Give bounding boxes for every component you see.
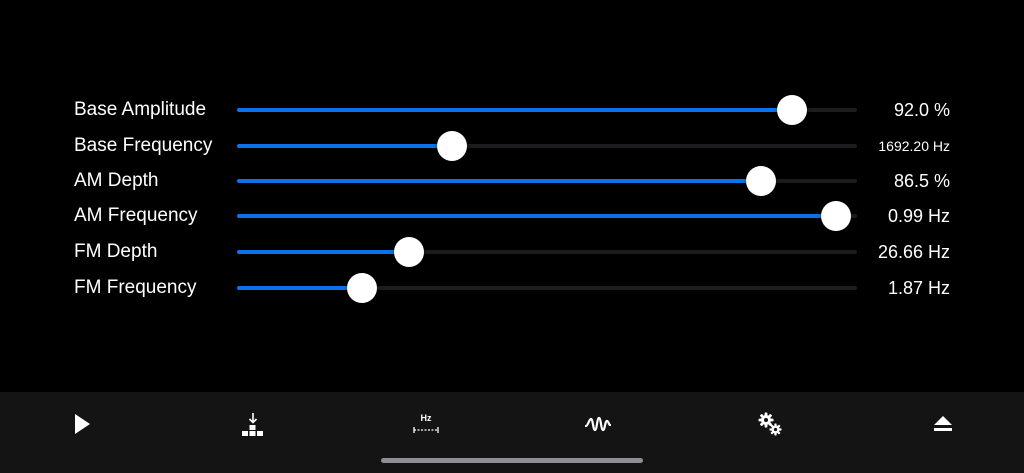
slider-row-fm-frequency: FM Frequency 1.87 Hz: [0, 270, 1024, 306]
slider-row-am-frequency: AM Frequency 0.99 Hz: [0, 198, 1024, 234]
gears-icon: [758, 412, 782, 436]
base-amplitude-slider[interactable]: [237, 95, 857, 125]
slider-fill: [237, 179, 761, 183]
eject-button[interactable]: [921, 406, 965, 442]
am-depth-slider[interactable]: [237, 166, 857, 196]
slider-thumb[interactable]: [347, 273, 378, 303]
download-blocks-icon: [242, 413, 263, 436]
slider-row-base-frequency: Base Frequency 1692.20 Hz: [0, 128, 1024, 164]
slider-value: 0.99 Hz: [887, 206, 950, 226]
slider-value: 86.5 %: [893, 171, 950, 191]
slider-fill: [237, 250, 409, 254]
slider-label: Base Amplitude: [74, 99, 207, 120]
slider-thumb[interactable]: [820, 201, 851, 231]
fm-depth-slider[interactable]: [237, 237, 857, 267]
frequency-range-button[interactable]: Hz: [404, 406, 448, 442]
am-frequency-slider[interactable]: [237, 201, 857, 231]
hz-icon-text: Hz: [421, 413, 432, 423]
play-button[interactable]: [60, 406, 104, 442]
hz-range-icon: Hz: [413, 413, 439, 433]
play-icon: [75, 414, 90, 434]
slider-label: AM Frequency: [74, 205, 198, 226]
slider-value: 1.87 Hz: [887, 278, 950, 298]
slider-label: FM Frequency: [74, 277, 197, 298]
waveform-button[interactable]: [576, 406, 620, 442]
slider-fill: [237, 286, 363, 290]
slider-value: 92.0 %: [893, 100, 950, 120]
slider-row-base-amplitude: Base Amplitude 92.0 %: [0, 92, 1024, 128]
slider-row-fm-depth: FM Depth 26.66 Hz: [0, 234, 1024, 270]
slider-value: 1692.20 Hz: [878, 138, 950, 154]
waveform-icon: [585, 416, 611, 432]
base-frequency-slider[interactable]: [237, 131, 857, 161]
slider-fill: [237, 108, 792, 112]
slider-label: AM Depth: [74, 170, 159, 191]
settings-button[interactable]: [748, 406, 792, 442]
slider-label: FM Depth: [74, 241, 158, 262]
slider-thumb[interactable]: [393, 237, 424, 267]
eject-icon: [934, 416, 952, 431]
home-indicator[interactable]: [381, 458, 643, 463]
slider-value: 26.66 Hz: [877, 242, 950, 262]
slider-thumb[interactable]: [745, 166, 776, 196]
slider-label: Base Frequency: [74, 135, 213, 156]
slider-fill: [237, 214, 836, 218]
slider-thumb[interactable]: [776, 95, 807, 125]
slider-thumb[interactable]: [436, 131, 467, 161]
slider-row-am-depth: AM Depth 86.5 %: [0, 163, 1024, 199]
slider-fill: [237, 144, 452, 148]
fm-frequency-slider[interactable]: [237, 273, 857, 303]
download-button[interactable]: [231, 406, 275, 442]
